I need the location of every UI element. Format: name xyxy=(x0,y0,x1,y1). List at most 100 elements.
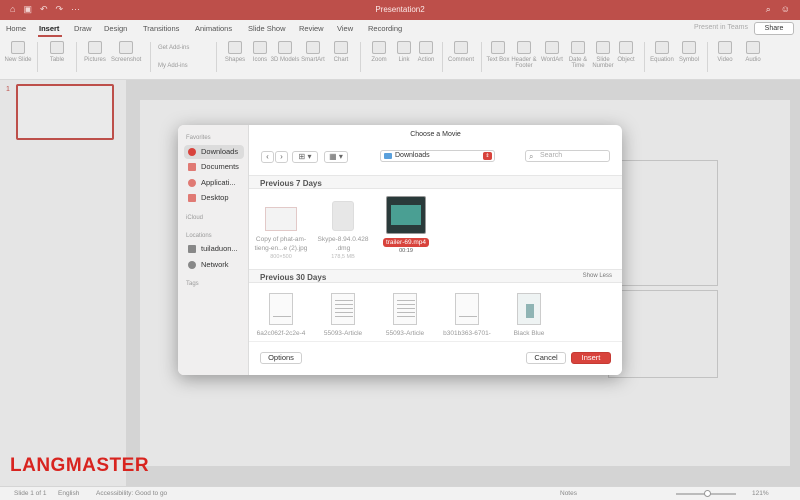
window-title: Presentation2 xyxy=(375,5,425,14)
tab-design[interactable]: Design xyxy=(104,24,127,33)
video-button[interactable]: Video xyxy=(710,41,740,63)
back-button[interactable]: ‹ xyxy=(261,151,274,163)
sidebar-item-network[interactable]: Network xyxy=(184,258,244,272)
language[interactable]: English xyxy=(58,490,79,497)
tab-draw[interactable]: Draw xyxy=(74,24,92,33)
zoom-label: Zoom xyxy=(371,57,387,63)
options-button[interactable]: Options xyxy=(260,352,302,364)
new-slide-button[interactable]: New Slide xyxy=(3,41,33,63)
forward-button[interactable]: › xyxy=(275,151,288,163)
ribbon-tabs: Home Insert Draw Design Transitions Anim… xyxy=(0,20,800,37)
3d-models-button[interactable]: 3D Models xyxy=(270,41,300,63)
sidebar-item-documents[interactable]: Documents xyxy=(184,160,244,174)
group-by-button[interactable]: ▦ ▾ xyxy=(324,151,348,163)
chart-button[interactable]: Chart xyxy=(326,41,356,63)
slide-count: Slide 1 of 1 xyxy=(14,490,47,497)
screenshot-button[interactable]: Screenshot xyxy=(111,41,141,63)
search-icon: ⌕ xyxy=(529,152,534,161)
pictures-button[interactable]: Pictures xyxy=(80,41,110,63)
tab-review[interactable]: Review xyxy=(299,24,324,33)
file-browser: Previous 7 Days Copy of phat-am- tieng-e… xyxy=(249,171,622,341)
object-button[interactable]: Object xyxy=(611,41,641,63)
tab-animations[interactable]: Animations xyxy=(195,24,232,33)
file-item-selected[interactable]: trailer-69.mp4 00:19 xyxy=(376,196,436,255)
tab-view[interactable]: View xyxy=(337,24,353,33)
file-meta: 800×500 xyxy=(270,254,292,260)
present-in-teams-button[interactable]: Present in Teams xyxy=(694,24,748,31)
share-label: Share xyxy=(764,25,784,32)
date-time-label: Date & Time xyxy=(568,57,588,69)
locations-header: Locations xyxy=(186,233,212,239)
icons-icon xyxy=(253,41,267,54)
tab-recording[interactable]: Recording xyxy=(368,24,402,33)
slide-thumbnail-pane: 1 xyxy=(0,80,126,486)
symbol-button[interactable]: Symbol xyxy=(674,41,704,63)
account-icon[interactable]: ☺ xyxy=(781,4,790,15)
header-footer-label: Header & Footer xyxy=(511,57,537,69)
3d-models-label: 3D Models xyxy=(270,57,300,63)
search-input[interactable]: ⌕ Search xyxy=(525,150,610,162)
view-mode-button[interactable]: ⊞ ▾ xyxy=(292,151,318,163)
file-item[interactable]: 55093-Article xyxy=(313,293,373,338)
ribbon: New Slide Table Pictures Screenshot Get … xyxy=(0,37,800,80)
sidebar-item-label: Network xyxy=(201,260,229,269)
share-button[interactable]: Share xyxy=(754,22,794,35)
file-duration: 00:19 xyxy=(399,248,413,254)
tab-transitions[interactable]: Transitions xyxy=(143,24,179,33)
object-label: Object xyxy=(617,57,635,63)
file-item[interactable]: b301b363-6701- xyxy=(437,293,497,338)
equation-button[interactable]: Equation xyxy=(647,41,677,63)
search-icon[interactable]: ⌕ xyxy=(766,4,771,15)
grid-view-icon: ⊞ ▾ xyxy=(298,152,312,161)
group-title: Previous 7 Days xyxy=(260,179,322,188)
comment-button[interactable]: Comment xyxy=(446,41,476,63)
file-item[interactable]: 6a2c062f-2c2e-4 xyxy=(251,293,311,338)
text-box-icon xyxy=(491,41,505,54)
sidebar-item-applications[interactable]: Applicati... xyxy=(184,176,244,190)
file-name: 55093-Article xyxy=(385,330,425,337)
show-less-link[interactable]: Show Less xyxy=(583,273,612,279)
subtitle-placeholder[interactable] xyxy=(608,290,718,378)
smartart-button[interactable]: SmartArt xyxy=(298,41,328,63)
accessibility-status[interactable]: Accessibility: Good to go xyxy=(96,490,167,497)
cancel-button[interactable]: Cancel xyxy=(526,352,566,364)
header-footer-button[interactable]: Header & Footer xyxy=(509,41,539,69)
documents-icon xyxy=(188,163,196,171)
new-slide-label: New Slide xyxy=(4,57,32,63)
sidebar-item-desktop[interactable]: Desktop xyxy=(184,191,244,205)
file-item[interactable]: 55093-Article xyxy=(375,293,435,338)
smartart-icon xyxy=(306,41,320,54)
ribbon-separator xyxy=(442,42,443,72)
table-button[interactable]: Table xyxy=(42,41,72,63)
comment-label: Comment xyxy=(447,57,474,63)
file-name: 55093-Article xyxy=(323,330,363,337)
zoom-level[interactable]: 121% xyxy=(752,490,769,497)
tab-insert[interactable]: Insert xyxy=(39,24,59,33)
insert-button[interactable]: Insert xyxy=(571,352,611,364)
search-placeholder: Search xyxy=(540,152,563,159)
ribbon-separator xyxy=(216,42,217,72)
action-button[interactable]: Action xyxy=(411,41,441,63)
sidebar-item-label: tuiladuon... xyxy=(201,244,238,253)
sidebar-item-computer[interactable]: tuiladuon... xyxy=(184,242,244,256)
location-dropdown[interactable]: Downloads ⇕ xyxy=(380,150,495,162)
symbol-label: Symbol xyxy=(678,57,699,63)
file-item[interactable]: Copy of phat-am- tieng-en...e (2).jpg 80… xyxy=(251,201,311,261)
sidebar-item-label: Documents xyxy=(201,162,239,171)
notes-button[interactable]: Notes xyxy=(560,490,577,497)
sidebar-item-downloads[interactable]: Downloads xyxy=(184,145,244,159)
my-addins-button[interactable]: My Add-ins xyxy=(158,63,188,69)
file-item[interactable]: Black Blue xyxy=(499,293,559,338)
get-addins-button[interactable]: Get Add-ins xyxy=(158,45,189,51)
tab-home[interactable]: Home xyxy=(6,24,26,33)
wordart-label: WordArt xyxy=(541,57,563,63)
file-item[interactable]: Skype-8.94.0.428 .dmg 178,5 MB xyxy=(313,201,373,261)
title-placeholder[interactable] xyxy=(608,160,718,286)
file-name-cont: .dmg xyxy=(335,245,351,252)
tab-slide-show[interactable]: Slide Show xyxy=(248,24,286,33)
slide-thumbnail[interactable] xyxy=(16,84,114,140)
file-meta: 178,5 MB xyxy=(331,254,355,260)
audio-button[interactable]: Audio xyxy=(738,41,768,63)
image-file-icon xyxy=(265,207,297,231)
zoom-slider-handle[interactable] xyxy=(704,490,711,497)
